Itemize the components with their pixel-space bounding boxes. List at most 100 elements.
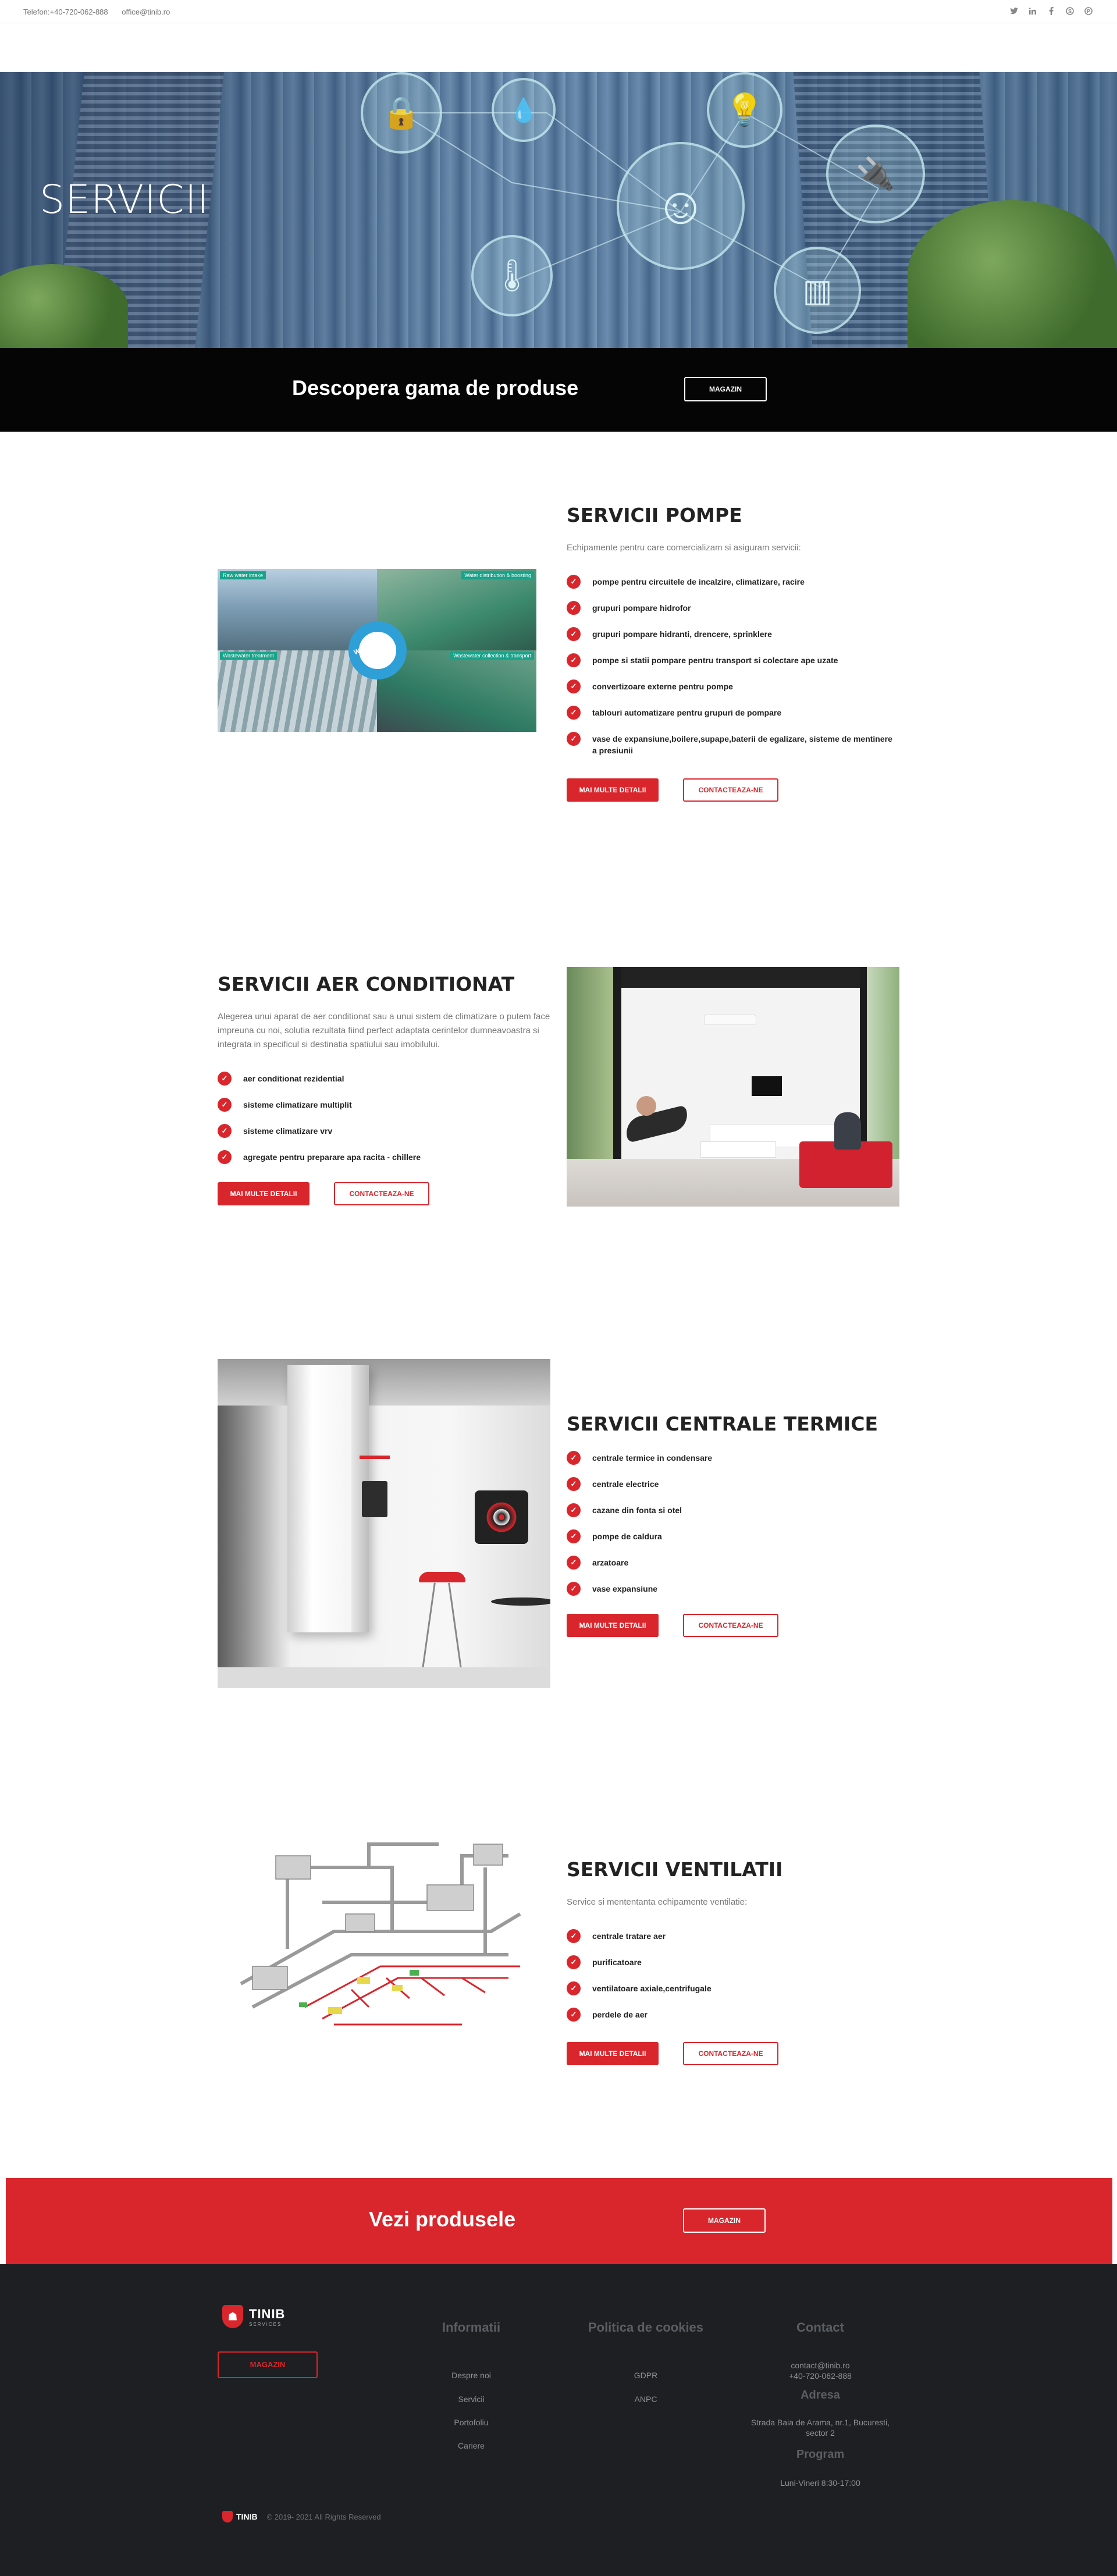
footer-program-title: Program	[796, 2448, 845, 2461]
phone-text: Telefon:+40-720-062-888	[23, 8, 108, 16]
red-stool	[419, 1572, 465, 1582]
list-item: ✓ sisteme climatizare vrv	[218, 1124, 543, 1138]
ventilation-contact-button[interactable]: CONTACTEAZA-NE	[683, 2042, 778, 2065]
social-links: S P	[1009, 6, 1094, 16]
list-item: ✓ grupuri pompare hidrofor	[567, 601, 892, 615]
linkedin-icon[interactable]	[1027, 6, 1038, 16]
footer-link-cariere[interactable]: Cariere	[401, 2441, 541, 2450]
person	[636, 1096, 656, 1116]
footer-mini-logo: TINIB	[222, 2511, 258, 2522]
hero-banner: 🔒 💧 🌡 ☺ 💡 🔌 ▥ SERVICII	[0, 72, 1117, 348]
ventilation-services-image	[218, 1833, 543, 2042]
check-icon: ✓	[567, 1556, 581, 1570]
list-item-label: sisteme climatizare multiplit	[243, 1100, 352, 1109]
boiler-display	[362, 1481, 387, 1517]
ac-services-intro: Alegerea unui aparat de aer conditionat …	[218, 1012, 550, 1049]
footer-contact-title: Contact	[796, 2320, 844, 2335]
list-item-label: cazane din fonta si otel	[592, 1506, 682, 1515]
ac-contact-button[interactable]: CONTACTEAZA-NE	[334, 1182, 429, 1205]
list-item-label: arzatoare	[592, 1558, 629, 1567]
pump-services-title: SERVICII POMPE	[567, 504, 742, 526]
footer-link-anpc[interactable]: ANPC	[576, 2394, 716, 2404]
pump-services-list: ✓ pompe pentru circuitele de incalzire, c…	[567, 575, 892, 771]
list-item-label: centrale termice in condensare	[592, 1453, 713, 1463]
list-item-label: aer conditionat rezidential	[243, 1074, 344, 1083]
tv	[752, 1076, 782, 1096]
top-contact: Telefon:+40-720-062-888 office@tinib.ro	[23, 8, 182, 16]
logo-mark-icon: ☗	[222, 2305, 243, 2328]
list-item-label: centrale electrice	[592, 1479, 659, 1489]
bulb-icon: 💡	[707, 72, 782, 148]
list-item: ✓ centrale electrice	[567, 1477, 892, 1491]
floor	[218, 1667, 550, 1688]
thermometer-icon: 🌡	[471, 235, 553, 316]
skype-icon[interactable]: S	[1065, 6, 1075, 16]
footer-contact-email[interactable]: contact@tinib.ro	[750, 2361, 890, 2370]
check-icon: ✓	[567, 732, 581, 746]
list-item-label: pompe de caldura	[592, 1532, 662, 1541]
footer-address-title: Adresa	[801, 2389, 840, 2401]
list-item: ✓ tablouri automatizare pentru grupuri de…	[567, 706, 892, 720]
see-products-text: Vezi produsele	[369, 2207, 516, 2231]
list-item-label: grupuri pompare hidranti, drencere, spri…	[592, 629, 772, 639]
list-item: ✓ centrale termice in condensare	[567, 1451, 892, 1465]
heating-services-list: ✓ centrale termice in condensare ✓ central…	[567, 1451, 892, 1609]
heating-details-button[interactable]: MAI MULTE DETALII	[567, 1614, 659, 1637]
check-icon: ✓	[218, 1150, 232, 1164]
image-tag: Raw water intake	[220, 571, 266, 579]
check-icon: ✓	[567, 706, 581, 720]
footer-link-gdpr[interactable]: GDPR	[576, 2371, 716, 2380]
shop-button[interactable]: MAGAZIN	[684, 377, 767, 401]
check-icon: ✓	[567, 1529, 581, 1543]
ac-details-button[interactable]: MAI MULTE DETALII	[218, 1182, 310, 1205]
footer-copyright: TINIB © 2019- 2021 All Rights Reserved	[222, 2511, 381, 2522]
brand-sub: SERVICES	[249, 2321, 282, 2327]
pump-contact-button[interactable]: CONTACTEAZA-NE	[683, 778, 778, 802]
check-icon: ✓	[218, 1072, 232, 1086]
ventilation-details-button[interactable]: MAI MULTE DETALII	[567, 2042, 659, 2065]
pump-details-button[interactable]: MAI MULTE DETALII	[567, 778, 659, 802]
footer-link-servicii[interactable]: Servicii	[401, 2394, 541, 2404]
footer-cookies-title: Politica de cookies	[588, 2320, 704, 2335]
list-item-label: tablouri automatizare pentru grupuri de …	[592, 708, 782, 717]
list-item-label: sisteme climatizare vrv	[243, 1126, 333, 1136]
ac-services-title: SERVICII AER CONDITIONAT	[218, 973, 515, 995]
footer-address-line2: sector 2	[806, 2428, 835, 2438]
heating-contact-button[interactable]: CONTACTEAZA-NE	[683, 1614, 778, 1637]
brand-name: TINIB	[249, 2306, 286, 2321]
lounge-chair	[622, 1105, 691, 1143]
list-item: ✓ arzatoare	[567, 1556, 892, 1570]
check-icon: ✓	[567, 1503, 581, 1517]
list-item: ✓ grupuri pompare hidranti, drencere, spr…	[567, 627, 892, 641]
footer-logo[interactable]: ☗ TINIB SERVICES	[222, 2305, 285, 2328]
list-item: ✓ cazane din fonta si otel	[567, 1503, 892, 1517]
shop-button[interactable]: MAGAZIN	[683, 2208, 766, 2233]
copyright-text: © 2019- 2021 All Rights Reserved	[266, 2512, 381, 2521]
image-tag: Wastewater collection & transport	[450, 652, 534, 660]
pump-services-image: Raw water intake Water distribution & bo…	[218, 569, 536, 732]
footer-link-portofoliu[interactable]: Portofoliu	[401, 2418, 541, 2427]
check-icon: ✓	[567, 1929, 581, 1943]
pinterest-icon[interactable]: P	[1083, 6, 1094, 16]
facebook-icon[interactable]	[1046, 6, 1056, 16]
list-item-label: vase expansiune	[592, 1584, 658, 1593]
footer-contact-phone[interactable]: +40-720-062-888	[750, 2371, 890, 2381]
footer-shop-button[interactable]: MAGAZIN	[218, 2351, 318, 2378]
list-item: ✓ pompe pentru circuitele de incalzire, c…	[567, 575, 892, 589]
face-scan-icon: ☺	[617, 142, 745, 270]
list-item-label: vase de expansiune,boilere,supape,bateri…	[592, 734, 892, 755]
ventilation-services-list: ✓ centrale tratare aer ✓ purificatoare ✓ ve…	[567, 1929, 892, 2035]
footer: ☗ TINIB SERVICES MAGAZIN Informatii Desp…	[0, 2264, 1117, 2576]
products-cta-band: Descopera gama de produse MAGAZIN	[0, 348, 1117, 432]
list-item: ✓ convertizoare externe pentru pompe	[567, 679, 892, 693]
list-item: ✓ centrale tratare aer	[567, 1929, 892, 1943]
check-icon: ✓	[567, 1477, 581, 1491]
dartboard	[483, 1499, 520, 1536]
page-title: SERVICII	[40, 177, 209, 223]
twitter-icon[interactable]	[1009, 6, 1019, 16]
list-item: ✓ sisteme climatizare multiplit	[218, 1098, 543, 1112]
list-item: ✓ agregate pentru preparare apa racita - …	[218, 1150, 543, 1164]
email-link[interactable]: office@tinib.ro	[122, 8, 170, 16]
person	[834, 1112, 861, 1150]
footer-link-despre[interactable]: Despre noi	[401, 2371, 541, 2380]
